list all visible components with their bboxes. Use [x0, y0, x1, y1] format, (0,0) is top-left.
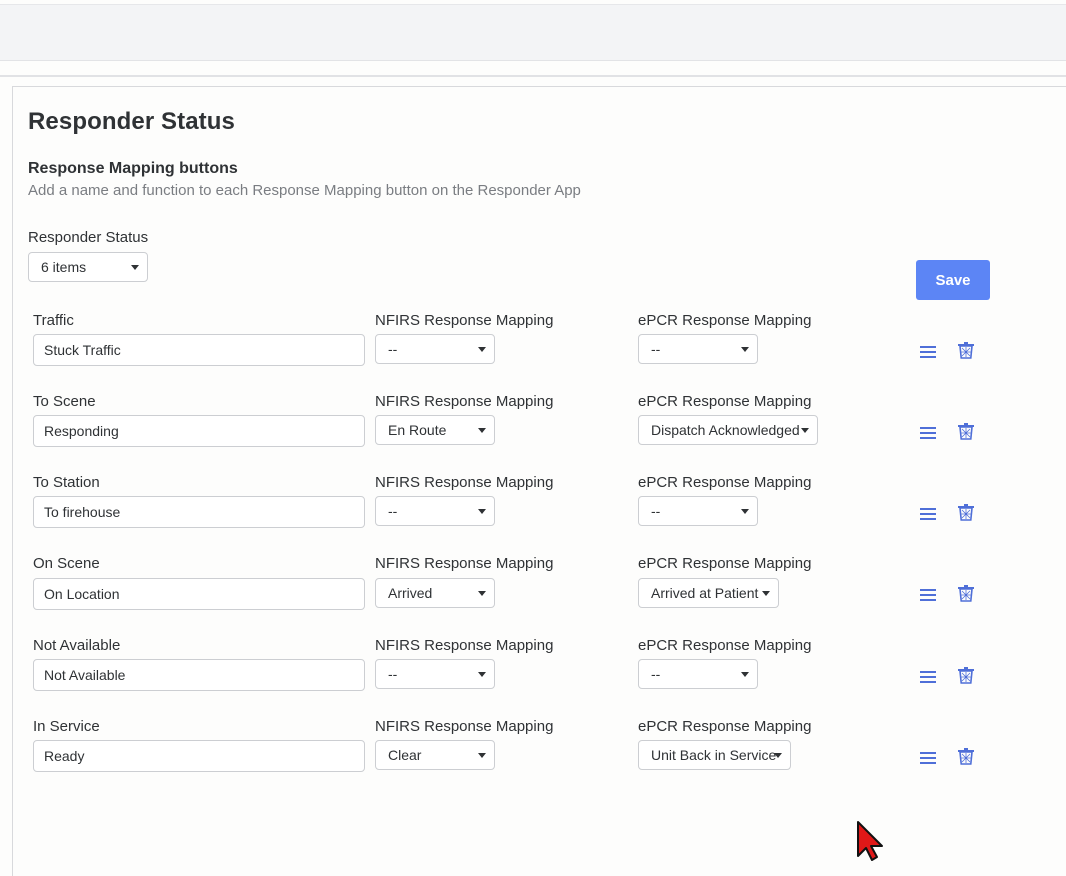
trash-can-icon[interactable]: [956, 421, 976, 441]
trash-can-icon[interactable]: [956, 583, 976, 603]
epcr-value: --: [651, 503, 661, 519]
epcr-value: Arrived at Patient: [651, 585, 759, 601]
chevron-down-icon: [478, 347, 486, 352]
mouse-cursor-icon: [857, 821, 883, 861]
nfirs-select[interactable]: Arrived: [375, 578, 495, 608]
chevron-down-icon: [478, 509, 486, 514]
epcr-select[interactable]: --: [638, 496, 758, 526]
epcr-value: Dispatch Acknowledged: [651, 422, 800, 438]
row-label: To Station: [33, 474, 100, 491]
status-name-input[interactable]: Stuck Traffic: [33, 334, 365, 366]
trash-can-icon[interactable]: [956, 502, 976, 522]
status-name-input[interactable]: To firehouse: [33, 496, 365, 528]
row-label: On Scene: [33, 555, 100, 572]
row-label: Not Available: [33, 637, 121, 654]
epcr-label: ePCR Response Mapping: [638, 637, 812, 654]
trash-can-icon[interactable]: [956, 746, 976, 766]
chevron-down-icon: [478, 591, 486, 596]
trash-can-icon[interactable]: [956, 665, 976, 685]
hamburger-menu-icon[interactable]: [918, 423, 938, 443]
nfirs-value: En Route: [388, 422, 447, 438]
status-name-input[interactable]: Not Available: [33, 659, 365, 691]
section-title: Response Mapping buttons: [28, 160, 238, 177]
save-button[interactable]: Save: [916, 260, 990, 300]
chevron-down-icon: [741, 672, 749, 677]
nfirs-select[interactable]: --: [375, 334, 495, 364]
hamburger-menu-icon[interactable]: [918, 504, 938, 524]
nfirs-label: NFIRS Response Mapping: [375, 474, 554, 491]
chevron-down-icon: [741, 347, 749, 352]
status-name-input[interactable]: On Location: [33, 578, 365, 610]
row-label: To Scene: [33, 393, 96, 410]
epcr-select[interactable]: Unit Back in Service: [638, 740, 791, 770]
page-title: Responder Status: [28, 108, 235, 135]
hamburger-menu-icon[interactable]: [918, 667, 938, 687]
nfirs-label: NFIRS Response Mapping: [375, 312, 554, 329]
divider: [0, 75, 1066, 77]
chevron-down-icon: [131, 265, 139, 270]
responder-status-value: 6 items: [41, 259, 87, 275]
chevron-down-icon: [478, 753, 486, 758]
nfirs-value: Arrived: [388, 585, 433, 601]
nfirs-value: Clear: [388, 747, 422, 763]
nfirs-label: NFIRS Response Mapping: [375, 393, 554, 410]
nfirs-select[interactable]: En Route: [375, 415, 495, 445]
chevron-down-icon: [774, 753, 782, 758]
nfirs-label: NFIRS Response Mapping: [375, 555, 554, 572]
hamburger-menu-icon[interactable]: [918, 342, 938, 362]
hamburger-menu-icon[interactable]: [918, 748, 938, 768]
top-bar: [0, 4, 1066, 61]
nfirs-value: --: [388, 341, 398, 357]
row-label: Traffic: [33, 312, 74, 329]
epcr-select[interactable]: --: [638, 659, 758, 689]
row-label: In Service: [33, 718, 100, 735]
nfirs-select[interactable]: Clear: [375, 740, 495, 770]
chevron-down-icon: [762, 591, 770, 596]
chevron-down-icon: [478, 672, 486, 677]
responder-status-label: Responder Status: [28, 229, 149, 246]
nfirs-value: --: [388, 503, 398, 519]
nfirs-label: NFIRS Response Mapping: [375, 637, 554, 654]
epcr-value: --: [651, 341, 661, 357]
trash-can-icon[interactable]: [956, 340, 976, 360]
epcr-label: ePCR Response Mapping: [638, 555, 812, 572]
chevron-down-icon: [801, 428, 809, 433]
epcr-label: ePCR Response Mapping: [638, 474, 812, 491]
epcr-label: ePCR Response Mapping: [638, 393, 812, 410]
nfirs-select[interactable]: --: [375, 659, 495, 689]
nfirs-label: NFIRS Response Mapping: [375, 718, 554, 735]
nfirs-value: --: [388, 666, 398, 682]
chevron-down-icon: [478, 428, 486, 433]
status-name-input[interactable]: Ready: [33, 740, 365, 772]
responder-status-select[interactable]: 6 items: [28, 252, 148, 282]
epcr-label: ePCR Response Mapping: [638, 312, 812, 329]
status-name-input[interactable]: Responding: [33, 415, 365, 447]
epcr-select[interactable]: Dispatch Acknowledged: [638, 415, 818, 445]
hamburger-menu-icon[interactable]: [918, 585, 938, 605]
chevron-down-icon: [741, 509, 749, 514]
epcr-label: ePCR Response Mapping: [638, 718, 812, 735]
epcr-select[interactable]: Arrived at Patient: [638, 578, 779, 608]
section-description: Add a name and function to each Response…: [28, 182, 581, 199]
nfirs-select[interactable]: --: [375, 496, 495, 526]
epcr-value: Unit Back in Service: [651, 747, 777, 763]
epcr-value: --: [651, 666, 661, 682]
epcr-select[interactable]: --: [638, 334, 758, 364]
